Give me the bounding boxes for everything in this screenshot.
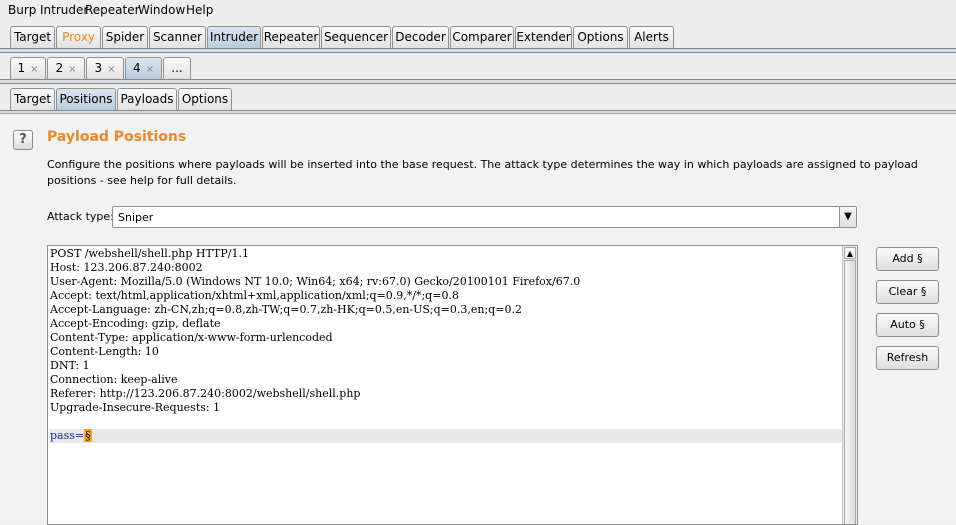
- tab-extender[interactable]: Extender: [515, 26, 572, 48]
- request-line: Connection: keep-alive: [50, 373, 178, 386]
- param-equals: =: [74, 429, 85, 442]
- subtab-options[interactable]: Options: [178, 88, 232, 110]
- attack-type-value: Sniper: [118, 211, 154, 224]
- request-line: Content-Length: 10: [50, 345, 159, 358]
- tab-intruder[interactable]: Intruder: [207, 26, 261, 48]
- request-line: User-Agent: Mozilla/5.0 (Windows NT 10.0…: [50, 275, 581, 288]
- clear-markers-button[interactable]: Clear §: [876, 280, 939, 304]
- close-icon[interactable]: ×: [107, 64, 115, 75]
- request-line: POST /webshell/shell.php HTTP/1.1: [50, 247, 249, 260]
- scrollbar-thumb[interactable]: [844, 260, 856, 524]
- tab-proxy[interactable]: Proxy: [56, 26, 101, 48]
- tab-alerts[interactable]: Alerts: [629, 26, 674, 48]
- request-line: Accept: text/html,application/xhtml+xml,…: [50, 289, 459, 302]
- attack-tab-label: 2: [55, 61, 64, 75]
- scroll-up-icon[interactable]: ▲: [844, 247, 856, 259]
- tab-sequencer[interactable]: Sequencer: [321, 26, 391, 48]
- tab-options[interactable]: Options: [573, 26, 628, 48]
- close-icon[interactable]: ×: [30, 64, 38, 75]
- param-name: pass: [50, 429, 75, 442]
- chevron-down-icon[interactable]: ▼: [839, 207, 856, 227]
- close-icon[interactable]: ×: [68, 64, 76, 75]
- menu-burp[interactable]: Burp: [8, 3, 36, 17]
- attack-type-label: Attack type:: [47, 210, 114, 223]
- sub-tab-bar: Target Positions Payloads Options: [0, 88, 956, 115]
- attack-tab-3[interactable]: 3 ×: [86, 57, 124, 79]
- request-line: Referer: http://123.206.87.240:8002/webs…: [50, 387, 361, 400]
- subtab-target[interactable]: Target: [10, 88, 55, 110]
- tab-repeater[interactable]: Repeater: [262, 26, 320, 48]
- attack-tab-label: 1: [17, 61, 26, 75]
- editor-scrollbar[interactable]: ▲: [842, 246, 857, 524]
- menu-help[interactable]: Help: [186, 3, 213, 17]
- request-line: Upgrade-Insecure-Requests: 1: [50, 401, 221, 414]
- tab-comparer[interactable]: Comparer: [450, 26, 514, 48]
- section-description: Configure the positions where payloads w…: [47, 158, 918, 187]
- request-line: [50, 415, 842, 429]
- request-line: Host: 123.206.87.240:8002: [50, 261, 203, 274]
- subtab-payloads[interactable]: Payloads: [117, 88, 177, 110]
- tab-scanner[interactable]: Scanner: [149, 26, 206, 48]
- tab-target[interactable]: Target: [10, 26, 55, 48]
- tab-spider[interactable]: Spider: [102, 26, 148, 48]
- auto-markers-button[interactable]: Auto §: [876, 313, 939, 337]
- attack-tab-label: 4: [132, 61, 141, 75]
- tab-bar-divider: [0, 79, 956, 84]
- menu-bar: Burp Intruder Repeater Window Help: [0, 0, 956, 20]
- section-title: Payload Positions: [47, 129, 187, 145]
- new-attack-tab[interactable]: ...: [163, 57, 191, 79]
- attack-tab-2[interactable]: 2 ×: [47, 57, 85, 79]
- attack-tab-4[interactable]: 4 ×: [125, 57, 162, 79]
- help-icon[interactable]: ?: [13, 130, 33, 150]
- close-icon[interactable]: ×: [146, 64, 154, 75]
- attack-tab-1[interactable]: 1 ×: [10, 57, 46, 79]
- request-line: Accept-Language: zh-CN,zh;q=0.8,zh-TW;q=…: [50, 303, 522, 316]
- attack-type-select[interactable]: Sniper ▼: [112, 206, 857, 228]
- tab-decoder[interactable]: Decoder: [392, 26, 449, 48]
- request-line: Content-Type: application/x-www-form-url…: [50, 331, 333, 344]
- attack-tab-bar: 1 × 2 × 3 × 4 × ...: [0, 57, 956, 84]
- main-tab-bar: Target Proxy Spider Scanner Intruder Rep…: [0, 26, 956, 53]
- request-editor[interactable]: POST /webshell/shell.php HTTP/1.1 Host: …: [47, 245, 858, 525]
- menu-repeater[interactable]: Repeater: [85, 3, 140, 17]
- menu-intruder[interactable]: Intruder: [40, 3, 88, 17]
- subtab-positions[interactable]: Positions: [56, 88, 116, 110]
- refresh-button[interactable]: Refresh: [876, 346, 939, 370]
- add-marker-button[interactable]: Add §: [876, 247, 939, 271]
- attack-tab-label: 3: [94, 61, 103, 75]
- payload-marker: §: [84, 429, 92, 442]
- tab-bar-divider: [0, 48, 956, 53]
- menu-window[interactable]: Window: [138, 3, 185, 17]
- request-line: DNT: 1: [50, 359, 90, 372]
- request-line: Accept-Encoding: gzip, deflate: [50, 317, 221, 330]
- request-body-line: pass=§: [50, 429, 842, 443]
